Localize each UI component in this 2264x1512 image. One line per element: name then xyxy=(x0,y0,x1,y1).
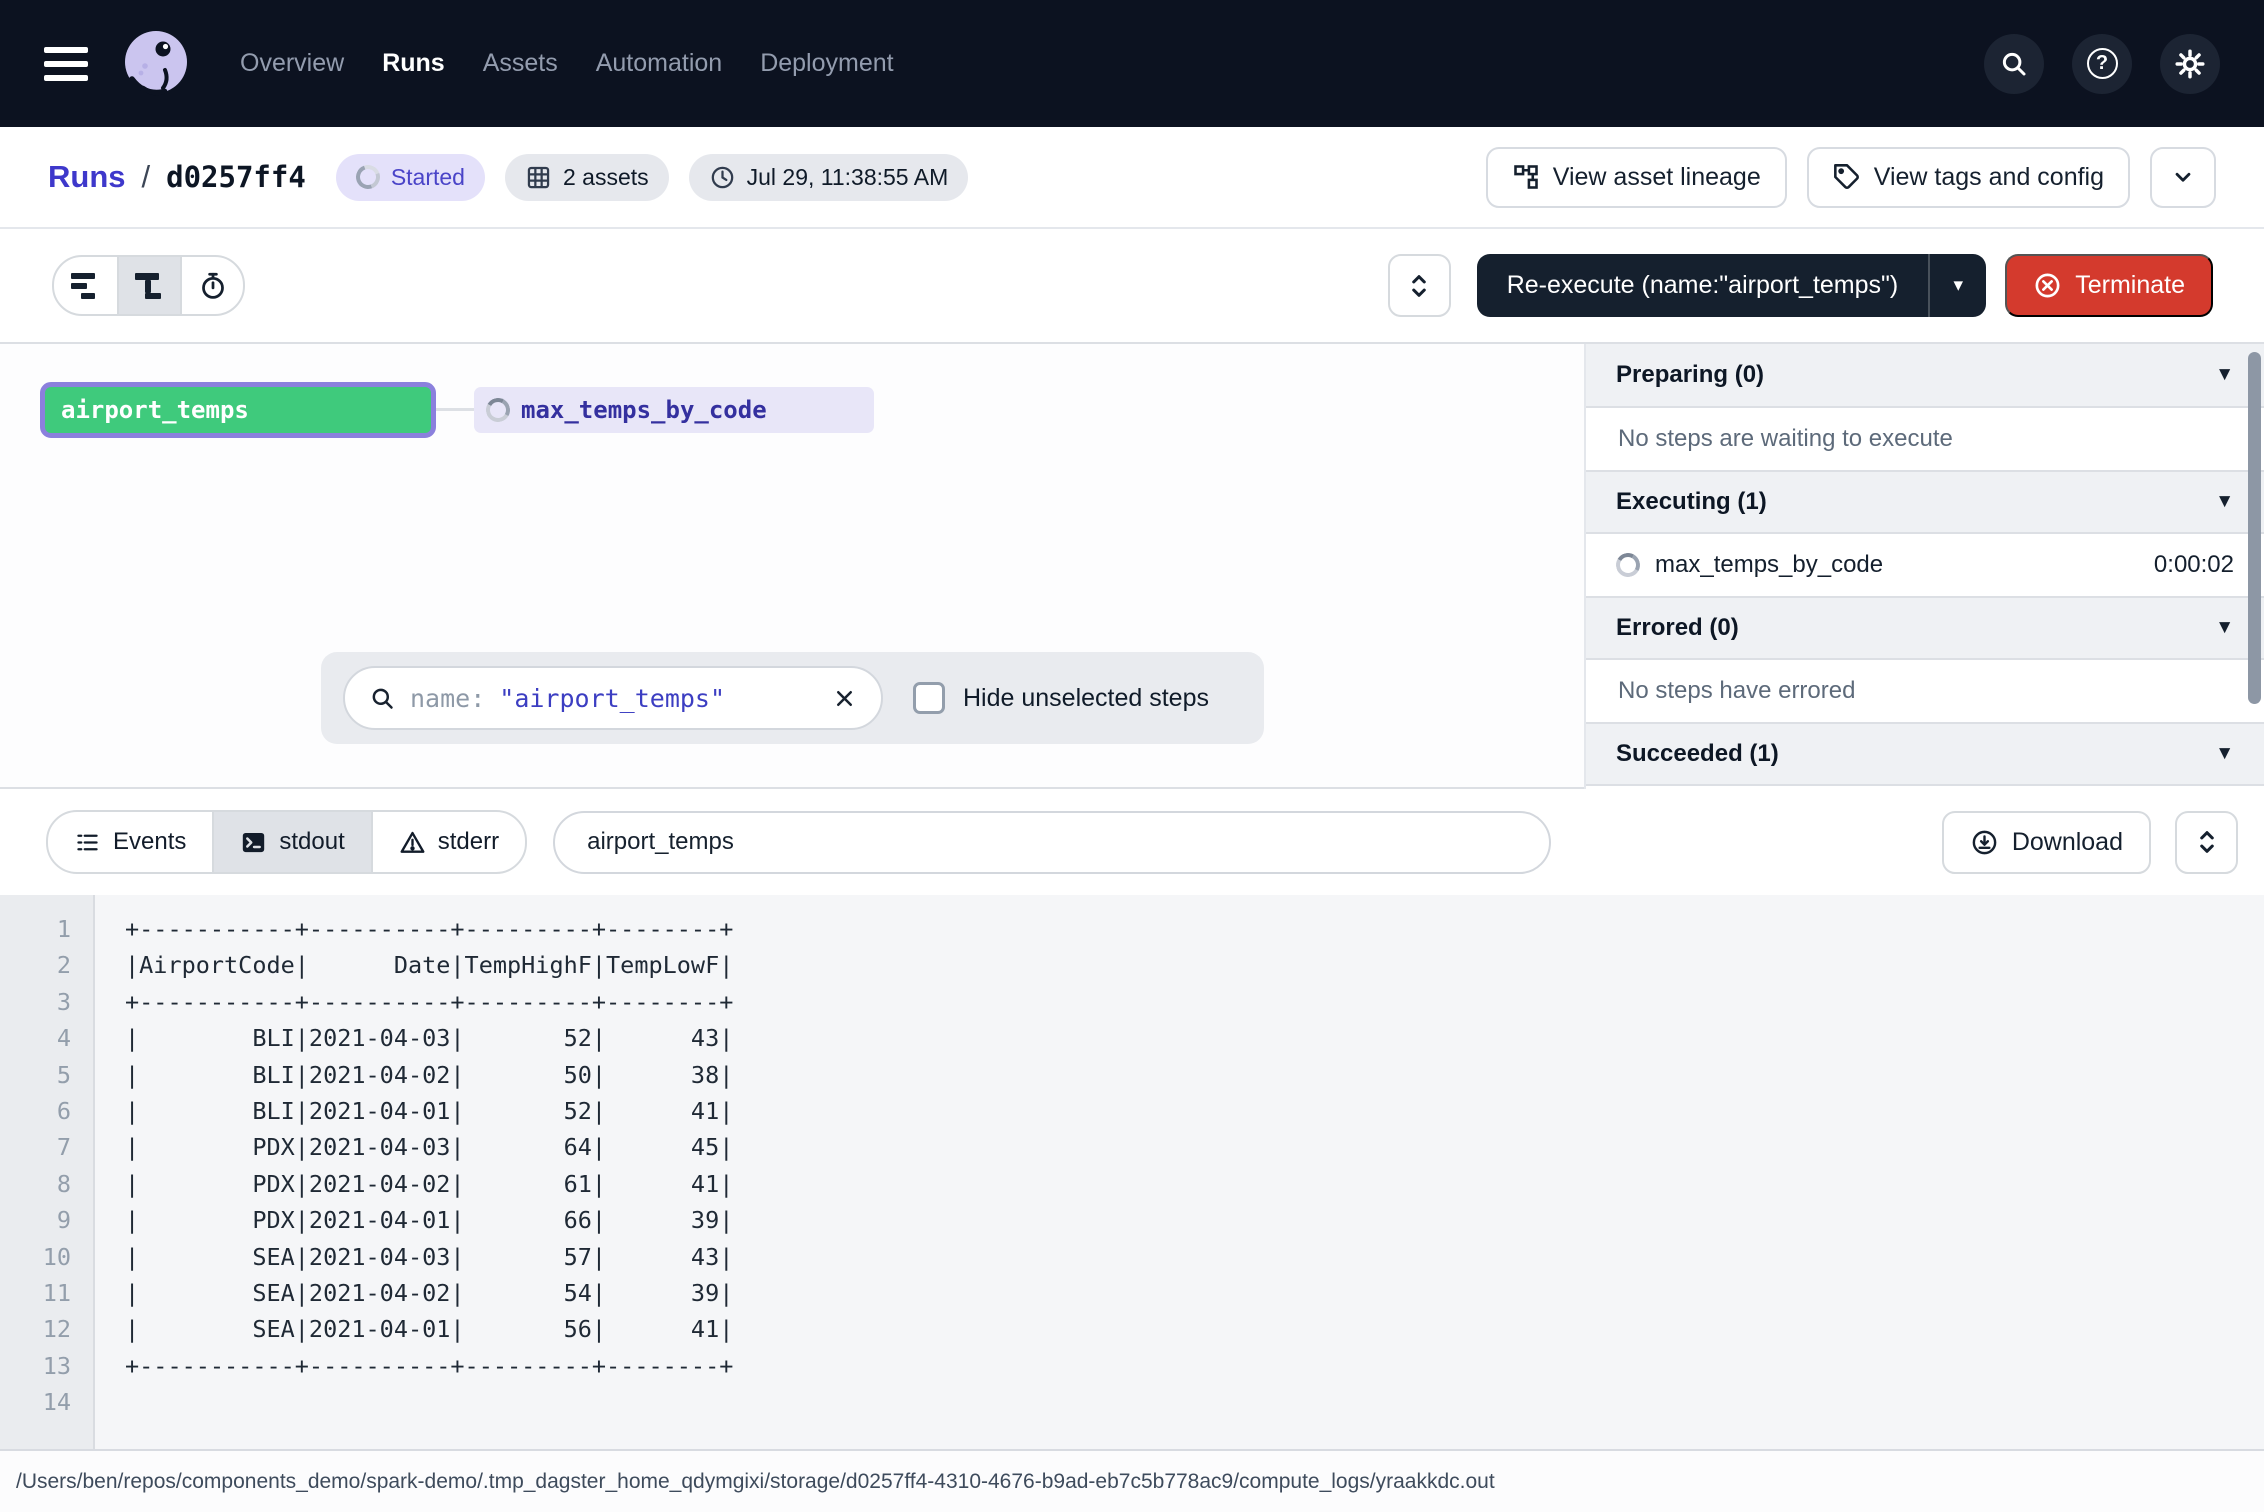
panel-section-succeeded[interactable]: Succeeded (1) ▼ xyxy=(1586,722,2264,786)
top-navbar: Overview Runs Assets Automation Deployme… xyxy=(0,0,2264,127)
reexecute-dropdown-caret[interactable]: ▾ xyxy=(1930,254,1986,317)
tag-icon xyxy=(1833,163,1861,191)
search-icon[interactable] xyxy=(1984,34,2044,94)
run-status-badge: Started xyxy=(336,154,485,201)
terminate-button[interactable]: Terminate xyxy=(2005,254,2213,317)
log-file-path-bar: /Users/ben/repos/components_demo/spark-d… xyxy=(0,1449,2264,1512)
log-step-filter-input[interactable] xyxy=(553,811,1551,874)
breadcrumb-runs-link[interactable]: Runs xyxy=(48,159,126,195)
log-file-path: /Users/ben/repos/components_demo/spark-d… xyxy=(16,1470,1495,1494)
run-timestamp-badge: Jul 29, 11:38:55 AM xyxy=(689,154,969,201)
expand-log-button[interactable] xyxy=(2175,811,2238,874)
run-gantt-region: airport_temps max_temps_by_code name: "a… xyxy=(0,342,2264,787)
tab-events[interactable]: Events xyxy=(48,812,212,872)
caret-down-icon: ▼ xyxy=(2215,743,2234,765)
tab-stderr[interactable]: stderr xyxy=(371,812,525,872)
search-icon xyxy=(369,685,396,712)
breadcrumb: Runs / d0257ff4 xyxy=(48,159,306,195)
log-toolbar: Events stdout stderr xyxy=(0,787,2264,895)
panel-section-executing[interactable]: Executing (1) ▼ xyxy=(1586,470,2264,534)
caret-down-icon: ▼ xyxy=(2215,491,2234,513)
menu-icon[interactable] xyxy=(44,47,88,81)
step-node-max-temps-by-code[interactable]: max_temps_by_code xyxy=(474,387,874,433)
view-mode-waterfall-button[interactable] xyxy=(117,257,180,314)
nav-item-assets[interactable]: Assets xyxy=(483,49,558,78)
step-status-panel: Preparing (0) ▼ No steps are waiting to … xyxy=(1584,344,2264,789)
nav-item-runs[interactable]: Runs xyxy=(382,49,445,78)
clock-icon xyxy=(709,164,736,191)
run-toolbar: Re-execute (name:"airport_temps") ▾ Term… xyxy=(0,229,2264,342)
breadcrumb-separator: / xyxy=(142,159,151,195)
nav-item-overview[interactable]: Overview xyxy=(240,49,344,78)
view-asset-lineage-button[interactable]: View asset lineage xyxy=(1486,147,1787,208)
view-tags-config-button[interactable]: View tags and config xyxy=(1807,147,2130,208)
asset-grid-icon xyxy=(525,164,552,191)
panel-scrollbar[interactable] xyxy=(2248,352,2261,704)
warning-triangle-icon xyxy=(399,829,426,856)
log-tabs: Events stdout stderr xyxy=(46,810,527,874)
reexecute-button[interactable]: Re-execute (name:"airport_temps") ▾ xyxy=(1477,254,1987,317)
tab-stdout[interactable]: stdout xyxy=(212,812,370,872)
waterfall-view-icon xyxy=(135,273,165,299)
status-spinner-icon xyxy=(352,161,384,193)
help-icon[interactable]: ? xyxy=(2072,34,2132,94)
errored-empty-message: No steps have errored xyxy=(1586,660,2264,722)
run-actions-chevron-button[interactable] xyxy=(2150,147,2216,208)
caret-down-icon: ▼ xyxy=(2215,617,2234,639)
view-mode-timing-button[interactable] xyxy=(180,257,243,314)
node-connector xyxy=(436,408,474,411)
panel-section-errored[interactable]: Errored (0) ▼ xyxy=(1586,596,2264,660)
download-button[interactable]: Download xyxy=(1942,811,2151,874)
lineage-icon xyxy=(1512,163,1540,191)
step-duration: 0:00:02 xyxy=(2154,551,2234,579)
chevron-down-icon xyxy=(2170,164,2196,190)
clear-search-icon[interactable] xyxy=(832,686,857,711)
hide-unselected-steps-toggle[interactable]: Hide unselected steps xyxy=(913,682,1209,714)
zoom-fit-button[interactable] xyxy=(1388,254,1451,317)
terminal-icon xyxy=(240,829,267,856)
dagster-logo-icon[interactable] xyxy=(118,26,194,102)
preparing-empty-message: No steps are waiting to execute xyxy=(1586,408,2264,470)
step-node-airport-temps[interactable]: airport_temps xyxy=(40,382,436,438)
caret-down-icon: ▼ xyxy=(2215,364,2234,386)
step-filter-bar: name: "airport_temps" Hide unselected st… xyxy=(321,652,1264,744)
nav-item-automation[interactable]: Automation xyxy=(596,49,722,78)
log-content: +-----------+----------+---------+------… xyxy=(95,895,2264,1449)
view-mode-flat-button[interactable] xyxy=(54,257,117,314)
settings-gear-icon[interactable] xyxy=(2160,34,2220,94)
executing-step-row[interactable]: max_temps_by_code 0:00:02 xyxy=(1586,534,2264,596)
events-list-icon xyxy=(74,829,101,856)
panel-section-preparing[interactable]: Preparing (0) ▼ xyxy=(1586,344,2264,408)
view-mode-toggle xyxy=(52,255,245,316)
up-down-carets-icon xyxy=(2193,828,2221,856)
executing-spinner-icon xyxy=(1613,550,1642,579)
log-line-numbers: 1234567891011121314 xyxy=(0,895,95,1449)
assets-count-badge[interactable]: 2 assets xyxy=(505,154,669,201)
stopwatch-icon xyxy=(198,271,228,301)
run-id: d0257ff4 xyxy=(166,160,306,194)
nav-item-deployment[interactable]: Deployment xyxy=(760,49,893,78)
terminate-x-icon xyxy=(2033,271,2062,300)
step-search-input[interactable]: name: "airport_temps" xyxy=(343,666,883,730)
executing-spinner-icon xyxy=(483,395,512,424)
flat-view-icon xyxy=(71,273,101,299)
up-down-carets-icon xyxy=(1405,272,1433,300)
hide-unselected-checkbox[interactable] xyxy=(913,682,945,714)
run-header: Runs / d0257ff4 Started 2 assets xyxy=(0,127,2264,229)
download-icon xyxy=(1970,828,1999,857)
primary-nav: Overview Runs Assets Automation Deployme… xyxy=(240,49,894,78)
stdout-log-viewer[interactable]: 1234567891011121314 +-----------+-------… xyxy=(0,895,2264,1449)
